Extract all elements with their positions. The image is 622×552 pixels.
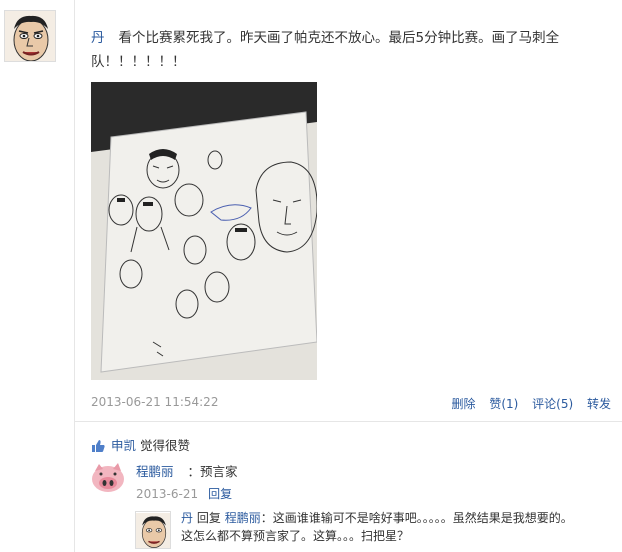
reply-comment: 丹 回复 程鹏丽：这画谁谁输可不是啥好事吧。。。。。虽然结果是我想要的。 这怎么… [181,509,611,545]
reply-word: 回复 [196,511,221,525]
pig-avatar-icon [91,461,125,495]
comment-author-link[interactable]: 程鹏丽 [136,464,174,479]
post-actions: 删除 赞(1) 评论(5) 转发 [441,395,611,412]
commenter-avatar[interactable] [91,461,125,495]
likes-text: 觉得很赞 [140,438,191,453]
comment-link[interactable]: 评论(5) [532,397,573,411]
comment-1-meta: 2013-6-21 回复 [136,485,232,502]
reply-target-link[interactable]: 程鹏丽 [225,511,261,525]
post-author-link[interactable]: 丹 [91,30,105,46]
post-meta: 2013-06-21 11:54:22 删除 赞(1) 评论(5) 转发 [91,395,611,413]
like-link[interactable]: 赞(1) [489,397,518,411]
reply-link[interactable]: 回复 [208,487,232,501]
reply-author-link[interactable]: 丹 [181,511,193,525]
comments-section: 申凯 觉得很赞 程鹏丽 ：预言家 2013-6-21 回复 丹 回复 程鹏丽：这… [75,421,622,552]
likes-row: 申凯 觉得很赞 [91,435,190,454]
comment-text: ：预言家 [187,464,238,479]
status-post: 丹看个比赛累死我了。昨天画了帕克还不放心。最后5分钟比赛。画了马刺全队！！！！！… [75,0,622,420]
reply-text-line1: ：这画谁谁输可不是啥好事吧。。。。。虽然结果是我想要的。 [260,511,573,525]
reply-text-line2: 这怎么都不算预言家了。这算。。。扫把星？ [181,529,410,543]
delete-link[interactable]: 删除 [451,397,475,411]
thumbs-up-icon [91,439,105,452]
liker-name-link[interactable]: 申凯 [111,438,136,453]
post-timestamp: 2013-06-21 11:54:22 [91,395,219,409]
share-link[interactable]: 转发 [587,397,611,411]
author-avatar[interactable] [4,10,56,62]
post-content: 丹看个比赛累死我了。昨天画了帕克还不放心。最后5分钟比赛。画了马刺全队！！！！！… [91,26,601,74]
reply-avatar[interactable] [135,511,171,549]
comment-1: 程鹏丽 ：预言家 [136,461,238,480]
caricature-avatar-icon [5,11,55,61]
post-text: 看个比赛累死我了。昨天画了帕克还不放心。最后5分钟比赛。画了马刺全队！！！！！！ [91,30,560,70]
post-photo[interactable] [91,82,317,380]
caricature-avatar-icon [136,513,170,548]
comment-date: 2013-6-21 [136,487,199,501]
sketch-photo-image [91,82,317,380]
